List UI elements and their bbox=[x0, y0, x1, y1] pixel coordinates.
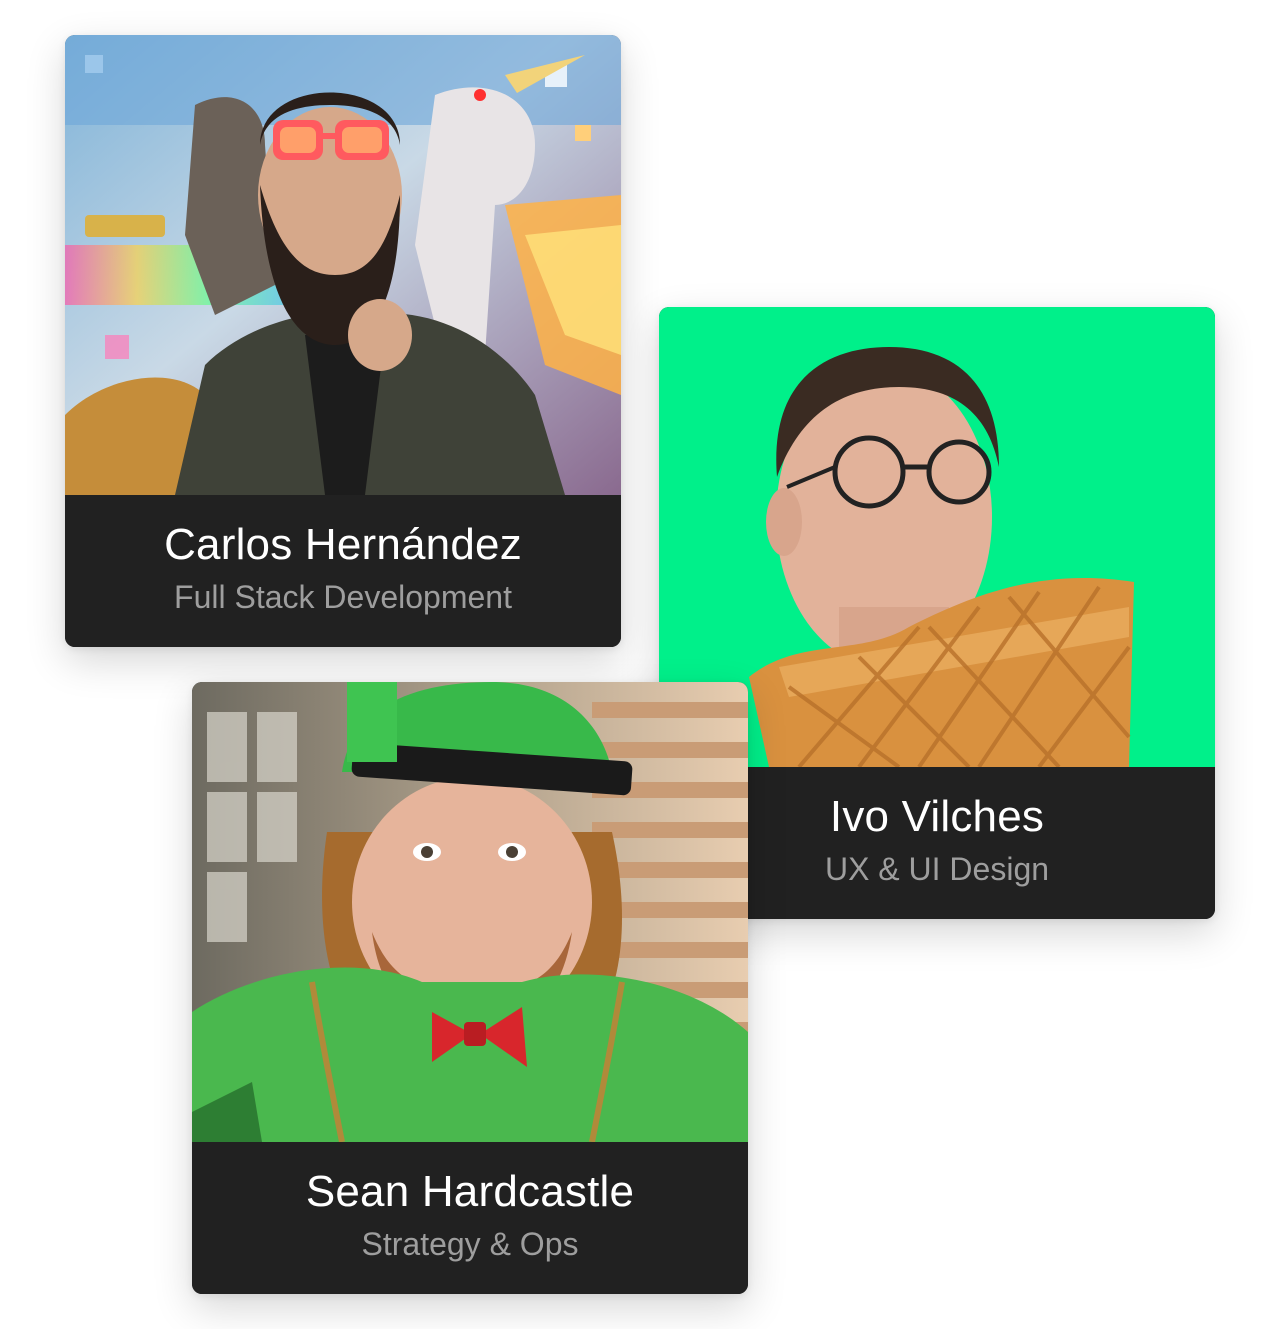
team-card-sean: Sean Hardcastle Strategy & Ops bbox=[192, 682, 748, 1294]
portrait-photo-icon bbox=[192, 682, 748, 1142]
carlos-caption: Carlos Hernández Full Stack Development bbox=[65, 495, 621, 647]
member-role: Strategy & Ops bbox=[361, 1226, 579, 1262]
sean-photo bbox=[192, 682, 748, 1142]
team-card-carlos: Carlos Hernández Full Stack Development bbox=[65, 35, 621, 647]
member-role: Full Stack Development bbox=[174, 579, 512, 615]
sean-caption: Sean Hardcastle Strategy & Ops bbox=[192, 1142, 748, 1294]
carlos-photo bbox=[65, 35, 621, 495]
portrait-photo-icon bbox=[65, 35, 621, 495]
member-name: Sean Hardcastle bbox=[305, 1167, 635, 1216]
member-name: Carlos Hernández bbox=[164, 520, 522, 569]
